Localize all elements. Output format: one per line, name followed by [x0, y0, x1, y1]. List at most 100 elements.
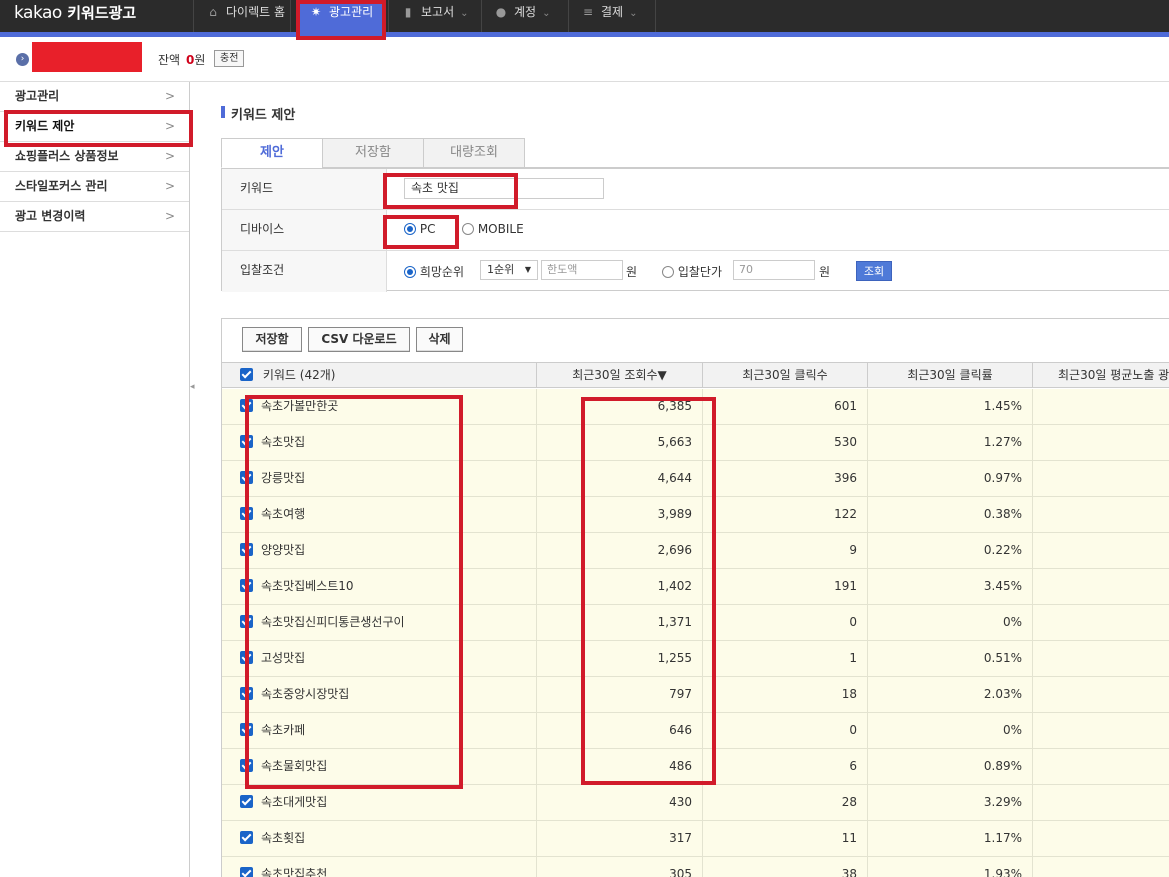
cell-views: 486: [537, 749, 703, 784]
sidebar-item-keyword-suggest[interactable]: 키워드 제안 >: [0, 112, 189, 142]
device-mobile-option[interactable]: MOBILE: [462, 222, 524, 236]
row-checkbox[interactable]: [240, 471, 253, 484]
keyword-text: 속초물회맛집: [261, 759, 328, 773]
tab-bulk-query[interactable]: 대량조회: [423, 138, 525, 168]
cell-views: 6,385: [537, 389, 703, 424]
sidebar-item-ad-management[interactable]: 광고관리 >: [0, 82, 189, 112]
radio-unchecked[interactable]: [662, 266, 674, 278]
sidebar: 광고관리 > 키워드 제안 > 쇼핑플러스 상품정보 > 스타일포커스 관리 > 광고 …: [0, 82, 190, 877]
table-row[interactable]: 속초여행 3,989 122 0.38%: [222, 497, 1169, 533]
table-row[interactable]: 속초맛집신피디통큰생선구이 1,371 0 0%: [222, 605, 1169, 641]
nav-item-ad-management[interactable]: ✷ 광고관리: [297, 0, 385, 33]
row-checkbox[interactable]: [240, 795, 253, 808]
header-views[interactable]: 최근30일 조회수▼: [537, 363, 703, 387]
tab-suggest[interactable]: 제안: [221, 138, 323, 168]
tab-saved[interactable]: 저장함: [322, 138, 424, 168]
chevron-down-icon: ⌄: [629, 8, 638, 19]
bid-price-input[interactable]: 70: [733, 260, 815, 280]
table-row[interactable]: 속초중앙시장맛집 797 18 2.03%: [222, 677, 1169, 713]
header-clicks[interactable]: 최근30일 클릭수: [703, 363, 868, 387]
keyword-input[interactable]: 속초 맛집: [404, 178, 604, 199]
cell-ctr: 1.45%: [868, 389, 1033, 424]
keyword-text: 속초맛집신피디통큰생선구이: [261, 615, 405, 629]
row-checkbox[interactable]: [240, 399, 253, 412]
balance-label: 잔액: [158, 53, 181, 67]
table-row[interactable]: 속초횟집 317 11 1.17%: [222, 821, 1169, 857]
cell-views: 2,696: [537, 533, 703, 568]
chevron-right-circle-icon[interactable]: ›: [16, 53, 29, 66]
charge-button[interactable]: 충전: [214, 50, 245, 67]
nav-item-direct-home[interactable]: ⌂ 다이렉트 홈: [194, 0, 290, 33]
header-avg-position[interactable]: 최근30일 평균노출 광: [1033, 363, 1169, 387]
sidebar-item-shopping-plus[interactable]: 쇼핑플러스 상품정보 >: [0, 142, 189, 172]
keyword-text: 속초대게맛집: [261, 795, 328, 809]
csv-download-button[interactable]: CSV 다운로드: [308, 327, 410, 352]
row-checkbox[interactable]: [240, 687, 253, 700]
row-checkbox[interactable]: [240, 543, 253, 556]
cell-clicks: 38: [703, 857, 868, 877]
delete-button[interactable]: 삭제: [416, 327, 463, 352]
keyword-text: 속초맛집: [261, 435, 306, 449]
table-row[interactable]: 속초대게맛집 430 28 3.29%: [222, 785, 1169, 821]
nav-item-account[interactable]: ● 계정 ⌄: [482, 0, 568, 33]
row-checkbox[interactable]: [240, 759, 253, 772]
cell-ctr: 2.03%: [868, 677, 1033, 712]
table-row[interactable]: 속초물회맛집 486 6 0.89%: [222, 749, 1169, 785]
cell-keyword: 속초중앙시장맛집: [222, 677, 537, 712]
save-button[interactable]: 저장함: [242, 327, 302, 352]
table-row[interactable]: 강릉맛집 4,644 396 0.97%: [222, 461, 1169, 497]
sidebar-item-change-history[interactable]: 광고 변경이력 >: [0, 202, 189, 232]
table-row[interactable]: 속초맛집추천 305 38 1.93%: [222, 857, 1169, 877]
row-checkbox[interactable]: [240, 615, 253, 628]
select-all-checkbox[interactable]: [240, 368, 253, 381]
table-row[interactable]: 속초맛집베스트10 1,402 191 3.45%: [222, 569, 1169, 605]
nav-item-payment[interactable]: ≡ 결제 ⌄: [569, 0, 655, 33]
row-checkbox[interactable]: [240, 723, 253, 736]
cell-avg-position: [1033, 677, 1169, 712]
cell-views: 4,644: [537, 461, 703, 496]
cell-ctr: 0%: [868, 713, 1033, 748]
cell-views: 5,663: [537, 425, 703, 460]
cell-ctr: 3.45%: [868, 569, 1033, 604]
radio-unchecked[interactable]: [462, 223, 474, 235]
balance-amount: 0원: [186, 53, 206, 67]
cell-ctr: 0.97%: [868, 461, 1033, 496]
header-ctr[interactable]: 최근30일 클릭률: [868, 363, 1033, 387]
table-row[interactable]: 고성맛집 1,255 1 0.51%: [222, 641, 1169, 677]
radio-checked[interactable]: [404, 223, 416, 235]
form-row-keyword: 키워드: [222, 169, 1169, 210]
chevron-right-icon: >: [164, 119, 175, 133]
table-row[interactable]: 속초카페 646 0 0%: [222, 713, 1169, 749]
cell-avg-position: [1033, 461, 1169, 496]
limit-input[interactable]: 한도액: [541, 260, 623, 280]
cell-avg-position: [1033, 497, 1169, 532]
sidebar-collapse-handle[interactable]: ◂: [190, 382, 195, 392]
sidebar-item-style-focus[interactable]: 스타일포커스 관리 >: [0, 172, 189, 202]
row-checkbox[interactable]: [240, 507, 253, 520]
bid-condition-label: 입찰조건: [222, 251, 387, 292]
chevron-right-icon: >: [164, 89, 175, 103]
nav-item-report[interactable]: ▮ 보고서 ⌄: [389, 0, 481, 33]
row-checkbox[interactable]: [240, 651, 253, 664]
header-keyword[interactable]: 키워드 (42개): [222, 363, 537, 387]
cell-views: 646: [537, 713, 703, 748]
row-checkbox[interactable]: [240, 579, 253, 592]
table-row[interactable]: 속초가볼만한곳 6,385 601 1.45%: [222, 389, 1169, 425]
row-checkbox[interactable]: [240, 435, 253, 448]
keyword-text: 강릉맛집: [261, 471, 306, 485]
form-row-device: 디바이스: [222, 210, 1169, 251]
table-row[interactable]: 양양맛집 2,696 9 0.22%: [222, 533, 1169, 569]
bid-rank-option[interactable]: 희망순위: [404, 263, 464, 280]
bid-price-option[interactable]: 입찰단가: [662, 263, 722, 280]
query-button[interactable]: 조회: [856, 261, 892, 281]
cell-avg-position: [1033, 821, 1169, 856]
radio-checked[interactable]: [404, 266, 416, 278]
device-label: 디바이스: [222, 210, 387, 250]
row-checkbox[interactable]: [240, 867, 253, 877]
logo[interactable]: kakao 키워드광고: [14, 2, 136, 24]
table-row[interactable]: 속초맛집 5,663 530 1.27%: [222, 425, 1169, 461]
rank-select[interactable]: 1순위 ▼: [480, 260, 538, 280]
device-pc-option[interactable]: PC: [404, 222, 435, 236]
row-checkbox[interactable]: [240, 831, 253, 844]
device-mobile-label: MOBILE: [477, 222, 524, 236]
